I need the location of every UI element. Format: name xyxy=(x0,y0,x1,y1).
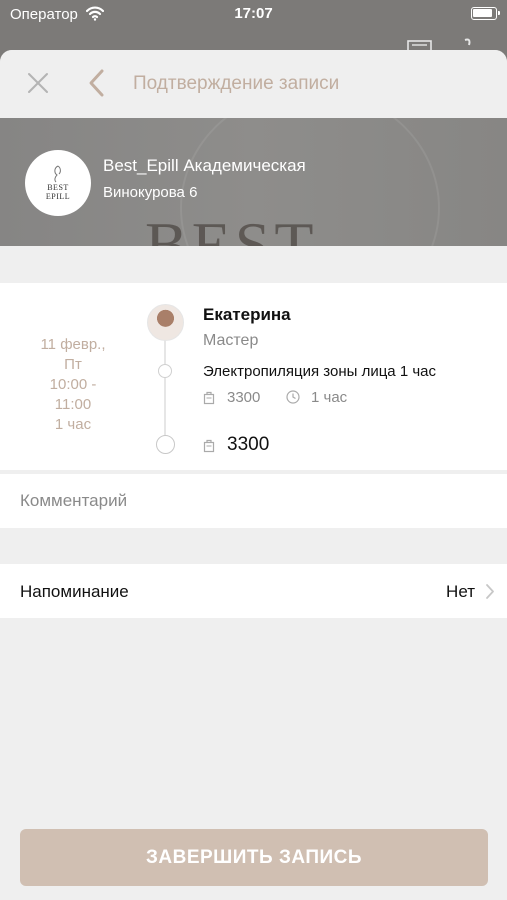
master-role: Мастер xyxy=(203,332,259,349)
banner-background-text: BEST xyxy=(145,209,318,246)
date-line: 11 февр., xyxy=(40,336,106,353)
reminder-value: Нет xyxy=(446,582,475,601)
service-timeline-dot xyxy=(158,364,172,378)
status-bar: Оператор 17:07 xyxy=(0,0,507,30)
service-name: Электропиляция зоны лица 1 час xyxy=(203,363,436,380)
back-chevron-icon[interactable] xyxy=(85,68,109,98)
close-icon[interactable] xyxy=(25,70,51,96)
reminder-label: Напоминание xyxy=(20,582,129,601)
timeline-line xyxy=(164,338,166,439)
service-duration: 1 час xyxy=(311,389,348,406)
salon-name: Best_Epill Академическая xyxy=(103,156,306,175)
clock-icon xyxy=(286,390,300,404)
booking-sheet: Подтверждение записи BEST BEST EPILL Bes… xyxy=(0,50,507,900)
price-tag-icon xyxy=(203,391,215,405)
total-price-icon xyxy=(203,439,215,453)
logo-text-top: BEST xyxy=(47,183,69,192)
time-start-line: 10:00 - xyxy=(49,376,97,393)
duration-line: 1 час xyxy=(54,416,92,433)
master-avatar xyxy=(147,304,184,341)
reminder-row[interactable]: Напоминание Нет xyxy=(0,564,507,618)
logo-figure-icon xyxy=(54,165,61,183)
total-price: 3300 xyxy=(227,434,270,455)
salon-address: Винокурова 6 xyxy=(103,184,198,201)
appointment-card: 11 февр., Пт 10:00 - 11:00 1 час Екатери… xyxy=(0,283,507,470)
master-name: Екатерина xyxy=(203,305,291,324)
salon-logo: BEST EPILL xyxy=(25,150,91,216)
comment-input[interactable] xyxy=(20,474,490,528)
service-price: 3300 xyxy=(227,389,261,406)
total-timeline-dot xyxy=(156,435,175,454)
battery-icon xyxy=(471,7,500,20)
time-end-line: 11:00 xyxy=(54,396,92,413)
appointment-date: 11 февр., Пт 10:00 - 11:00 1 час xyxy=(20,335,126,435)
chevron-right-icon xyxy=(486,584,494,599)
navigation-bar: Подтверждение записи xyxy=(0,50,507,118)
finish-booking-button[interactable]: ЗАВЕРШИТЬ ЗАПИСЬ xyxy=(20,829,488,886)
comment-row xyxy=(0,474,507,528)
salon-banner: BEST BEST EPILL Best_Epill Академическая… xyxy=(0,118,507,246)
status-time: 17:07 xyxy=(234,5,273,22)
page-title: Подтверждение записи xyxy=(133,73,340,94)
logo-text-bottom: EPILL xyxy=(45,192,71,201)
weekday-line: Пт xyxy=(64,356,82,373)
